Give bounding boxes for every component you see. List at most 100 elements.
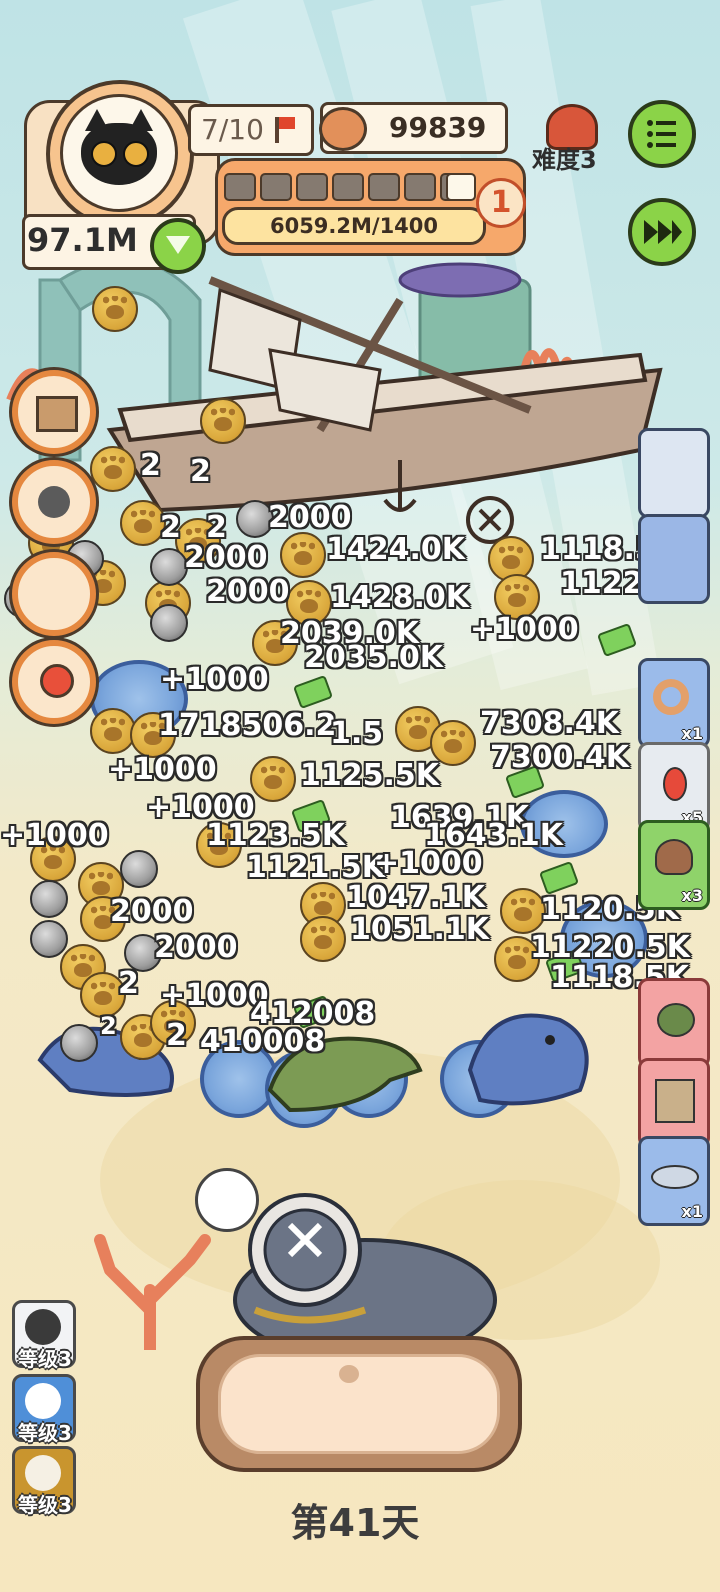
flag-icon-cloth (279, 117, 295, 129)
heart-icon (166, 236, 190, 254)
flying-fish-item-button[interactable]: x1 (638, 1136, 710, 1226)
paw-coin-icon[interactable] (90, 446, 136, 492)
exp-segment (296, 173, 328, 201)
coin-count: 99839 (389, 111, 487, 144)
ticket-icon[interactable] (504, 764, 546, 800)
cloud-skill-icon (25, 1383, 61, 1419)
paw-coin-icon[interactable] (80, 972, 126, 1018)
item-count: x3 (681, 886, 703, 905)
ticket-icon[interactable] (292, 674, 334, 710)
paw-coin-icon[interactable] (280, 532, 326, 578)
coin-box: 99839 (319, 102, 508, 154)
bomb-icon (38, 486, 70, 518)
bomb-button[interactable] (12, 460, 96, 544)
menu-button[interactable] (628, 100, 696, 168)
hermit-crab-icon (655, 839, 693, 875)
turtle-item-button[interactable] (638, 978, 710, 1068)
power-value: 97.1M (27, 221, 138, 259)
coral-decoration (94, 1234, 211, 1350)
paw-coin-icon[interactable] (252, 620, 298, 666)
silver-coin-icon[interactable] (150, 604, 188, 642)
side-item-button[interactable] (638, 428, 710, 518)
silver-coin-icon[interactable] (30, 880, 68, 918)
silver-coin-icon[interactable] (150, 548, 188, 586)
floating-number: 1.5 (330, 716, 384, 751)
paw-coin-icon[interactable] (200, 398, 246, 444)
skill-level-label: 等级3 (18, 1347, 72, 1371)
avatar-portrait (60, 94, 178, 212)
ticket-icon[interactable] (290, 798, 332, 834)
item-count: x1 (681, 1202, 703, 1221)
paw-coin-icon[interactable] (130, 712, 176, 758)
heart-button[interactable] (150, 218, 206, 274)
water-pool (520, 790, 608, 858)
exp-segment (404, 173, 436, 201)
dolphin-creature (467, 1013, 589, 1106)
hermit-crab-item-button[interactable]: x3 (638, 820, 710, 910)
treasure-box-button[interactable] (12, 370, 96, 454)
paw-coin-icon[interactable] (494, 936, 540, 982)
bobber-item-button[interactable]: x5 (638, 742, 710, 832)
floating-number: 1051.1K (350, 912, 490, 947)
player-avatar[interactable] (46, 80, 194, 228)
exp-segment (368, 173, 400, 201)
paw-coin-icon[interactable] (30, 836, 76, 882)
main-action-button[interactable] (196, 1336, 522, 1472)
floating-number: +1000 (108, 752, 217, 787)
skill-button-1[interactable]: 等级3 (12, 1300, 76, 1371)
skill-level-label: 等级3 (18, 1421, 72, 1445)
main-action-button-face (218, 1354, 500, 1454)
paw-coin-icon[interactable] (430, 720, 476, 766)
joystick-icon (40, 664, 74, 698)
bear-boss (233, 1193, 497, 1350)
floating-number: 2000 (154, 930, 238, 965)
exp-segment-empty (446, 173, 476, 201)
silver-coin-icon[interactable] (124, 934, 162, 972)
silver-coin-icon[interactable] (236, 500, 274, 538)
lifebuoy-icon (653, 679, 689, 715)
gear-bundle-item-button[interactable] (638, 1058, 710, 1148)
game-scene: 2 2 2 2 2000 2000 1424.0K 1118.5K 2000 1… (0, 0, 720, 1592)
level-progress-box: 7/10 (188, 104, 314, 156)
paw-coin-icon[interactable] (494, 574, 540, 620)
day-counter: 第41天 (290, 1501, 420, 1545)
paw-coin-icon[interactable] (80, 896, 126, 942)
lifebuoy-item-button[interactable]: x1 (638, 658, 710, 748)
gear-bundle-icon (655, 1079, 695, 1123)
paw-coin-icon[interactable] (120, 500, 166, 546)
flying-fish-icon (651, 1165, 699, 1189)
reward-button[interactable] (12, 552, 96, 636)
paw-coin-icon[interactable] (90, 708, 136, 754)
paw-coin-icon[interactable] (150, 1000, 196, 1046)
floating-number: 1639.1K (390, 800, 530, 835)
exp-segment (224, 173, 256, 201)
turtle-icon (657, 1003, 695, 1037)
floating-number: 1718506.2 (158, 708, 337, 743)
ghost-skill-icon (25, 1309, 61, 1345)
floating-number: +1000 (374, 846, 483, 881)
box-icon (36, 396, 78, 432)
level-progress-text: 7/10 (201, 113, 264, 146)
paw-coin-icon[interactable] (286, 580, 332, 626)
dinosaur-creature (267, 1036, 423, 1113)
level-badge: 1 (476, 178, 526, 228)
list-icon (647, 120, 676, 148)
achievement-bubble-icon[interactable] (195, 1168, 259, 1232)
paw-coin-icon[interactable] (92, 286, 138, 332)
silver-coin-icon[interactable] (60, 1024, 98, 1062)
paw-print-icon (339, 1365, 359, 1383)
paw-coin-icon[interactable] (250, 756, 296, 802)
item-count: x1 (681, 724, 703, 743)
joystick-button[interactable] (12, 640, 96, 724)
paw-coin-icon[interactable] (500, 888, 546, 934)
exp-progress-bar: 6059.2M/1400 (222, 207, 486, 245)
paw-coin-icon[interactable] (196, 822, 242, 868)
ticket-icon[interactable] (544, 948, 586, 984)
silver-coin-icon[interactable] (120, 850, 158, 888)
paw-coin-icon[interactable] (300, 916, 346, 962)
silver-coin-icon[interactable] (30, 920, 68, 958)
fast-forward-button[interactable] (628, 198, 696, 266)
ticket-icon[interactable] (538, 860, 580, 896)
side-item-button[interactable] (638, 514, 710, 604)
skill-button-2[interactable]: 等级3 (12, 1374, 76, 1445)
